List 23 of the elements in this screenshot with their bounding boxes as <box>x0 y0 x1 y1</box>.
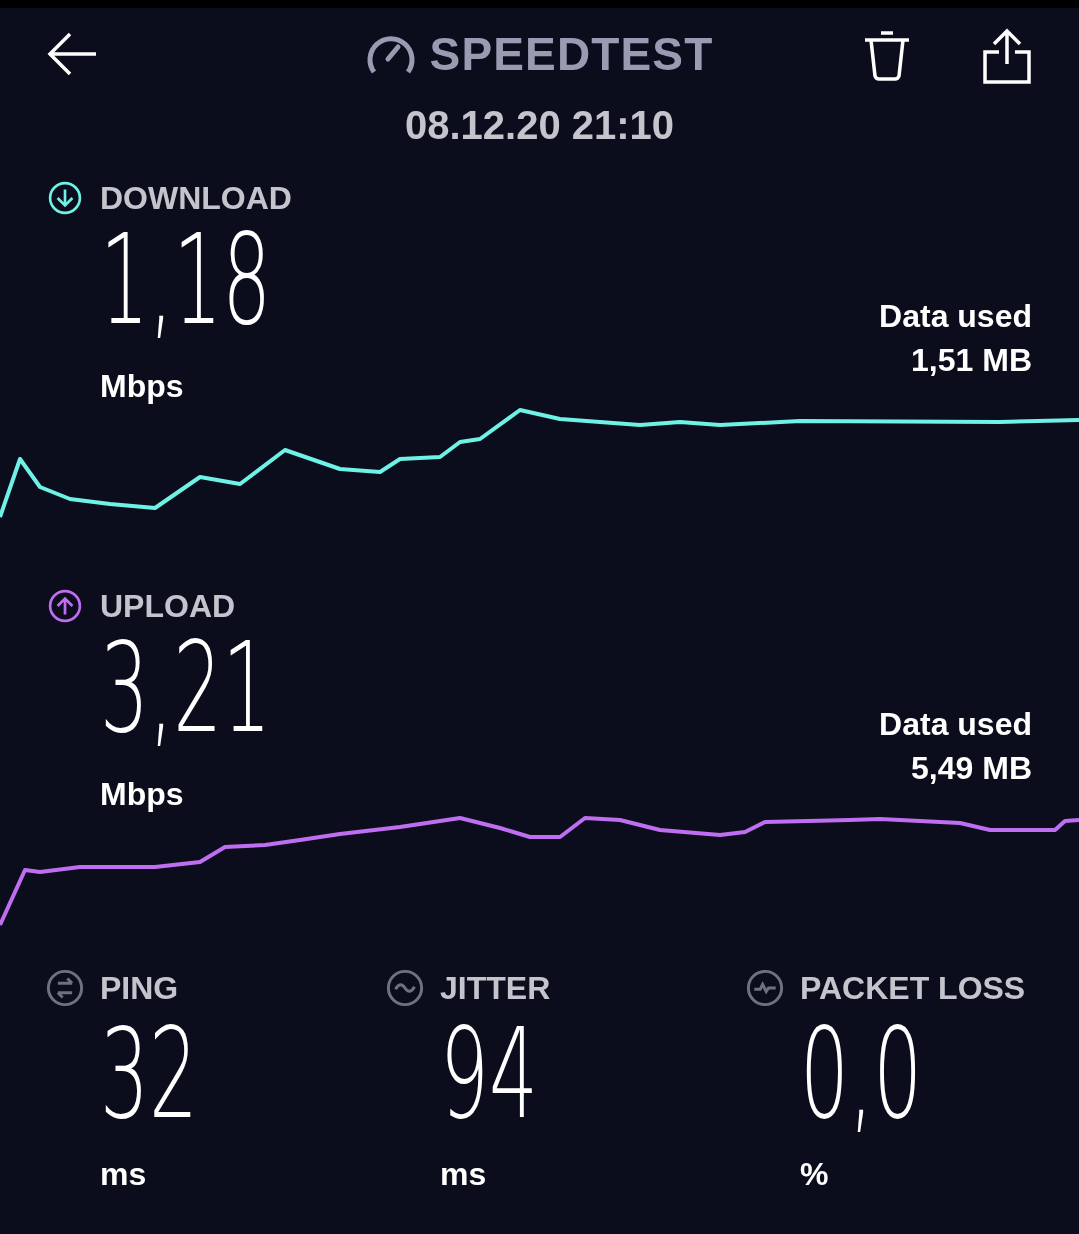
share-icon[interactable] <box>982 28 1032 84</box>
app-title: SPEEDTEST <box>429 26 714 82</box>
section-label: DOWNLOAD <box>100 179 292 218</box>
metric-unit: ms <box>440 1156 487 1192</box>
test-date: 08.12.20 21:10 <box>404 102 675 149</box>
wave-icon <box>386 969 424 1007</box>
data-used-value: 5,49 MB <box>911 749 1032 788</box>
section-label: UPLOAD <box>100 587 236 626</box>
metric-value: 94 <box>440 1020 538 1128</box>
data-used-value: 1,51 MB <box>911 341 1032 380</box>
speed-unit: Mbps <box>100 776 184 812</box>
data-used-label: Data used <box>879 297 1032 336</box>
data-used-label: Data used <box>879 705 1032 744</box>
metric-unit: % <box>800 1156 829 1192</box>
metric-unit: ms <box>100 1156 147 1192</box>
trash-icon[interactable] <box>862 30 912 82</box>
metric-label: JITTER <box>440 969 551 1008</box>
speed-unit: Mbps <box>100 368 184 404</box>
exchange-icon <box>46 969 84 1007</box>
pulse-icon <box>746 969 784 1007</box>
metric-label: PACKET LOSS <box>800 969 1026 1008</box>
metric-label: PING <box>100 969 179 1008</box>
metric-value: 32 <box>100 1020 198 1128</box>
